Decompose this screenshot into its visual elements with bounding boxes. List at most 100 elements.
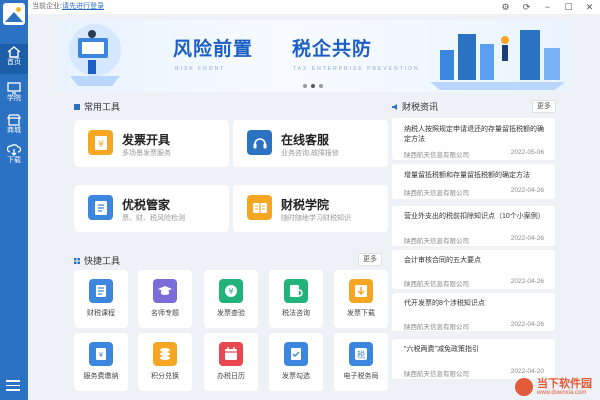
doc-search-icon xyxy=(284,279,308,303)
news-source: 陕西航天信息有限公司 xyxy=(404,152,469,159)
invoice-yuan-icon: ¥ xyxy=(88,130,113,155)
sidebar-item-download[interactable]: 下载 xyxy=(0,142,28,172)
settings-icon[interactable]: ⚙ xyxy=(495,0,516,14)
news-item[interactable]: 营业外支出的税前扣除知识点（10个小案例） 陕西航天信息有限公司 2022-04-2… xyxy=(392,206,555,246)
common-tools-heading: 常用工具 xyxy=(74,100,120,113)
watermark-name: 当下软件园 xyxy=(537,378,592,390)
svg-text:¥: ¥ xyxy=(98,140,104,150)
tool-card-invoice[interactable]: ¥ 发票开具 多场景发票服务 xyxy=(74,120,229,167)
coins-icon xyxy=(153,342,177,366)
carousel-dot[interactable] xyxy=(311,84,315,88)
promo-banner[interactable]: 风险前置 税企共防 RISK FRONT TAX ENTERPRISE PREV… xyxy=(60,20,570,92)
sidebar-item-home[interactable]: 首页 xyxy=(0,44,28,74)
quick-tool-label: 发票勾选 xyxy=(282,373,310,380)
calendar-icon xyxy=(219,342,243,366)
news-item[interactable]: 会计审核合同的五大要点 陕西航天信息有限公司 2022-04-26 xyxy=(392,250,555,289)
quick-tool-invoice[interactable]: ¥ 服务费缴纳 xyxy=(74,333,128,391)
quick-tool-graduation-cap[interactable]: 名师专题 xyxy=(138,270,192,328)
svg-text:¥: ¥ xyxy=(99,351,104,359)
sidebar-item-mall[interactable]: 商城 xyxy=(0,112,28,142)
news-item[interactable]: 代开发票的8个涉税知识点 陕西航天信息有限公司 2022-04-26 xyxy=(392,293,555,331)
news-source: 陕西航天信息有限公司 xyxy=(404,324,469,331)
section-icon xyxy=(74,103,80,110)
news-source: 陕西航天信息有限公司 xyxy=(404,371,469,378)
quick-tool-doc-search[interactable]: 税法咨询 xyxy=(269,270,323,328)
news-title[interactable]: "六税两费"减免政策指引 xyxy=(404,345,546,355)
news-date: 2022-05-06 xyxy=(510,149,544,156)
sidebar-item-label: 商城 xyxy=(7,127,21,134)
book-icon xyxy=(89,279,113,303)
news-title[interactable]: 纳税人按照规定申请退还的存量留抵税额的确定方法 xyxy=(404,125,546,145)
banner-subtitle-right: TAX ENTERPRISE PREVENTION xyxy=(293,66,420,72)
tool-card-tax-academy[interactable]: 财税学院 随时随地学习财税知识 xyxy=(233,185,388,232)
graduation-cap-icon xyxy=(153,279,177,303)
sidebar-item-academy[interactable]: 学院 xyxy=(0,80,28,110)
news-date: 2022-04-26 xyxy=(510,235,544,242)
refresh-icon[interactable]: ⟳ xyxy=(516,0,537,14)
sidebar-item-label: 首页 xyxy=(7,59,21,66)
news-title[interactable]: 增量留抵税额和存量留抵税额的确定方法 xyxy=(404,171,546,181)
banner-illustration-right xyxy=(430,30,565,90)
maximize-icon[interactable]: ☐ xyxy=(558,0,579,14)
quick-tool-calendar[interactable]: 办税日历 xyxy=(204,333,258,391)
banner-title-right: 税企共防 xyxy=(292,39,373,60)
carousel-dot[interactable] xyxy=(319,84,323,88)
quick-tool-check-doc[interactable]: 发票勾选 xyxy=(269,333,323,391)
check-doc-icon xyxy=(284,342,308,366)
minimize-icon[interactable]: − xyxy=(537,0,558,14)
quick-tool-book[interactable]: 财税课程 xyxy=(74,270,128,328)
news-more-button[interactable]: 更多 xyxy=(532,100,556,113)
menu-icon[interactable] xyxy=(6,380,20,392)
news-source: 陕西航天信息有限公司 xyxy=(404,281,469,288)
news-title[interactable]: 代开发票的8个涉税知识点 xyxy=(404,299,546,309)
quick-tool-label: 税法咨询 xyxy=(282,310,310,317)
news-title[interactable]: 会计审核合同的五大要点 xyxy=(404,256,546,266)
quick-tool-coins[interactable]: 积分兑换 xyxy=(138,333,192,391)
app-logo xyxy=(3,3,25,25)
news-source: 陕西航天信息有限公司 xyxy=(404,190,469,197)
tax-bureau-icon: 税 xyxy=(349,342,373,366)
login-link[interactable]: 请先进行登录 xyxy=(62,3,104,10)
carousel-dot[interactable] xyxy=(303,84,307,88)
quick-tool-label: 名师专题 xyxy=(151,310,179,317)
download-icon xyxy=(349,279,373,303)
monitor-icon xyxy=(7,82,21,94)
quick-tool-download[interactable]: 发票下载 xyxy=(334,270,388,328)
watermark-url: www.downxia.com xyxy=(537,390,587,396)
banner-subtitle-left: RISK FRONT xyxy=(175,66,226,72)
quick-tool-tax-bureau[interactable]: 税电子税务局 xyxy=(334,333,388,391)
tool-card-title: 财税学院 xyxy=(281,198,330,212)
yuan-icon: ¥ xyxy=(219,279,243,303)
news-date: 2022-04-20 xyxy=(510,368,544,375)
tool-card-desc: 随时随地学习财税知识 xyxy=(281,215,351,222)
sidebar-item-label: 学院 xyxy=(7,95,21,102)
tool-card-customer-service[interactable]: 在线客服 业务咨询,故障报修 xyxy=(233,120,388,167)
news-date: 2022-04-26 xyxy=(510,187,544,194)
quick-tool-label: 办税日历 xyxy=(217,373,245,380)
title-bar: 当前企业:请先进行登录 ⚙ ⟳ − ☐ ✕ xyxy=(28,0,600,14)
home-icon xyxy=(7,46,21,58)
news-source: 陕西航天信息有限公司 xyxy=(404,238,469,245)
svg-text:¥: ¥ xyxy=(228,287,233,296)
carousel-dots[interactable] xyxy=(303,84,323,88)
quick-tools-more-button[interactable]: 更多 xyxy=(358,253,382,266)
tool-card-title: 发票开具 xyxy=(122,133,171,147)
store-icon xyxy=(7,114,21,126)
news-title[interactable]: 营业外支出的税前扣除知识点（10个小案例） xyxy=(404,212,546,222)
quick-tool-yuan[interactable]: ¥ 发票查验 xyxy=(204,270,258,328)
news-item[interactable]: "六税两费"减免政策指引 陕西航天信息有限公司 2022-04-20 xyxy=(392,339,555,379)
tool-card-tax-manager[interactable]: 优税管家 票、财、税风险检测 xyxy=(74,185,229,232)
banner-illustration-left xyxy=(69,24,121,86)
news-heading: 财税资讯 xyxy=(392,100,438,113)
current-enterprise-label: 当前企业: xyxy=(32,3,62,10)
news-item[interactable]: 增量留抵税额和存量留抵税额的确定方法 陕西航天信息有限公司 2022-04-26 xyxy=(392,164,555,199)
quick-tool-label: 发票查验 xyxy=(217,310,245,317)
news-date: 2022-04-26 xyxy=(510,321,544,328)
watermark-logo: 当下软件园 www.downxia.com xyxy=(515,378,592,396)
news-item[interactable]: 纳税人按照规定申请退还的存量留抵税额的确定方法陕西航天信息有限公司 2022-05… xyxy=(392,118,555,160)
close-icon[interactable]: ✕ xyxy=(579,0,600,14)
quick-tool-label: 电子税务局 xyxy=(343,373,379,380)
news-date: 2022-04-26 xyxy=(510,278,544,285)
headset-icon xyxy=(247,130,272,155)
sidebar: 首页 学院 商城 下载 xyxy=(0,0,28,400)
